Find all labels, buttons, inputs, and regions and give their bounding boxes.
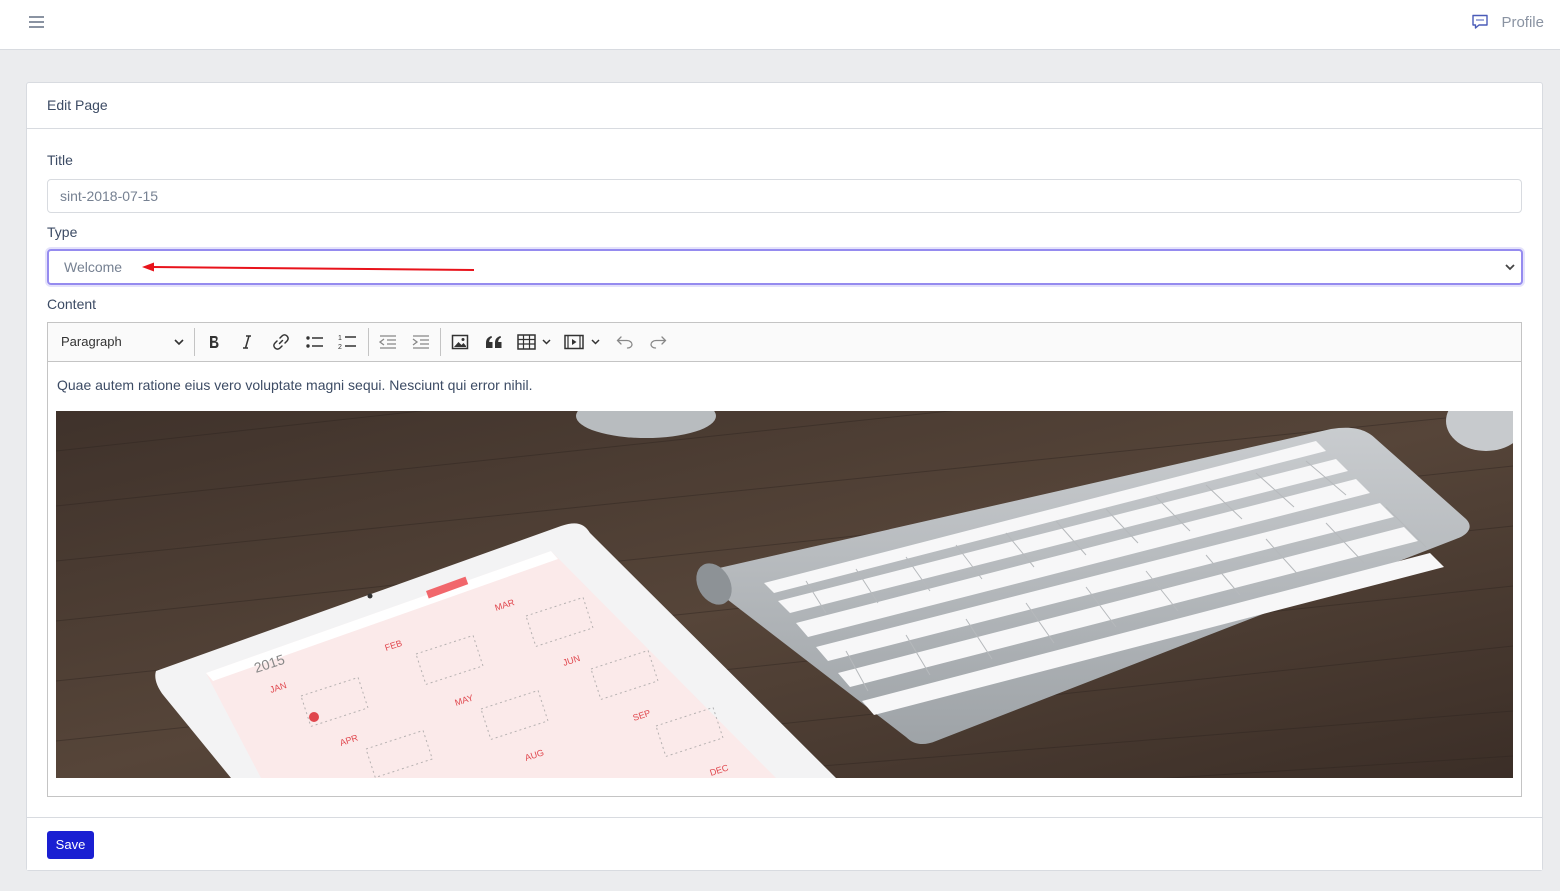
indent-icon[interactable] (408, 329, 434, 355)
outdent-icon[interactable] (375, 329, 401, 355)
top-navbar: Profile (0, 0, 1560, 50)
svg-text:1: 1 (338, 335, 342, 342)
numbered-list-icon[interactable]: 12 (335, 329, 361, 355)
content-label: Content (47, 296, 97, 312)
save-button[interactable]: Save (47, 831, 94, 859)
desk-photo: 2015 JAN FEB MAR APR MAY JUN AUG SEP DEC (56, 411, 1513, 778)
content-image[interactable]: 2015 JAN FEB MAR APR MAY JUN AUG SEP DEC (56, 411, 1513, 778)
speech-bubble-icon (1472, 14, 1489, 29)
profile-link[interactable]: Profile (1471, 10, 1544, 34)
svg-text:2: 2 (338, 344, 342, 351)
title-input[interactable]: sint-2018-07-15 (47, 179, 1522, 213)
editor-toolbar: Paragraph 12 (48, 323, 1521, 362)
title-label: Title (47, 152, 73, 168)
table-icon[interactable] (515, 329, 555, 355)
blockquote-icon[interactable] (481, 329, 507, 355)
redo-icon[interactable] (645, 329, 671, 355)
card-footer: Save (27, 817, 1542, 870)
undo-icon[interactable] (612, 329, 638, 355)
link-icon[interactable] (268, 329, 294, 355)
content-paragraph[interactable]: Quae autem ratione eius vero voluptate m… (57, 377, 532, 393)
type-select-value: Welcome (64, 259, 123, 275)
content-editor[interactable]: Paragraph 12 Quae autem ratione eius ver… (47, 322, 1522, 797)
hamburger-icon[interactable] (29, 14, 45, 30)
card-header: Edit Page (27, 83, 1542, 129)
profile-label: Profile (1501, 13, 1544, 31)
italic-icon[interactable] (234, 329, 260, 355)
type-label: Type (47, 224, 78, 240)
bulleted-list-icon[interactable] (302, 329, 328, 355)
chevron-down-icon (1505, 264, 1515, 271)
heading-dropdown[interactable]: Paragraph (52, 327, 190, 357)
image-icon[interactable] (447, 329, 473, 355)
media-icon[interactable] (563, 329, 603, 355)
heading-dropdown-label: Paragraph (61, 334, 122, 349)
type-select[interactable]: Welcome (47, 249, 1523, 285)
edit-page-card: Edit Page Title sint-2018-07-15 Type Wel… (26, 82, 1543, 871)
bold-icon[interactable] (201, 329, 227, 355)
chevron-down-icon (174, 339, 184, 346)
